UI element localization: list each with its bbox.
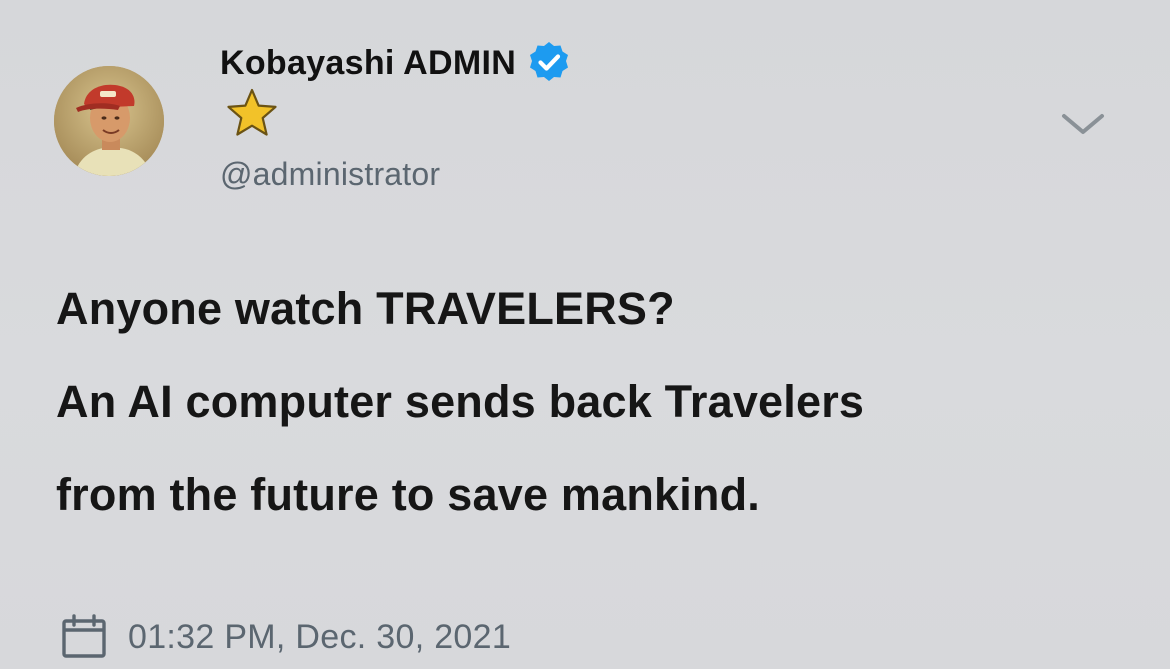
chevron-down-icon bbox=[1062, 114, 1104, 134]
timestamp[interactable]: 01:32 PM, Dec. 30, 2021 bbox=[128, 618, 511, 657]
tweet-footer: 01:32 PM, Dec. 30, 2021 bbox=[60, 612, 511, 662]
calendar-icon bbox=[60, 614, 108, 660]
display-name[interactable]: Kobayashi ADMIN bbox=[220, 44, 516, 83]
tweet-card: Kobayashi ADMIN @administrator Anyone wa… bbox=[0, 0, 1170, 669]
tweet-text: Anyone watch TRAVELERS? An AI computer s… bbox=[56, 262, 1146, 541]
avatar-photo bbox=[54, 66, 164, 176]
star-icon bbox=[224, 86, 280, 142]
avatar[interactable] bbox=[54, 66, 164, 176]
tweet-line: An AI computer sends back Travelers bbox=[56, 376, 865, 427]
author-header: Kobayashi ADMIN bbox=[220, 38, 572, 88]
more-options-button[interactable] bbox=[1058, 104, 1108, 144]
author-handle[interactable]: @administrator bbox=[220, 156, 440, 193]
tweet-line: from the future to save mankind. bbox=[56, 469, 761, 520]
verified-badge-icon bbox=[526, 40, 572, 86]
tweet-line: Anyone watch TRAVELERS? bbox=[56, 283, 675, 334]
